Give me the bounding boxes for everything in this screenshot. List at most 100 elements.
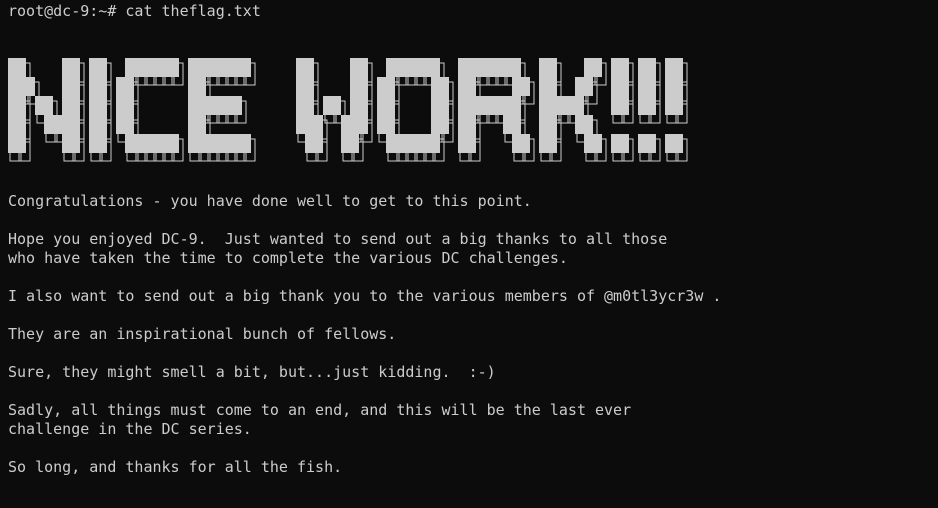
banner-block-cell <box>557 96 566 115</box>
banner-block-cell <box>206 96 215 115</box>
banner-block-cell <box>584 115 593 134</box>
banner-block-cell <box>431 77 440 96</box>
banner-block-cell <box>674 77 683 96</box>
banner-block-cell <box>431 58 440 77</box>
banner-block-cell <box>467 77 476 96</box>
banner-block-cell <box>440 115 449 134</box>
banner-block-cell <box>485 96 494 115</box>
banner-block-cell <box>98 96 107 115</box>
banner-block-cell <box>197 58 206 77</box>
banner-block-cell <box>539 96 548 115</box>
banner-block-cell <box>188 96 197 115</box>
banner-block-cell <box>620 58 629 77</box>
banner-block-cell <box>152 134 161 153</box>
banner-block-cell <box>539 58 548 77</box>
banner-block-cell <box>323 96 332 115</box>
banner-glyph <box>611 58 634 162</box>
terminal-window[interactable]: root@dc-9:~# cat theflag.txt Congratulat… <box>0 0 938 508</box>
banner-block-cell <box>665 77 674 96</box>
banner-block-cell <box>350 134 359 153</box>
flag-text-line: challenge in the DC series. <box>8 420 252 438</box>
banner-block-cell <box>71 134 80 153</box>
banner-block-cell <box>611 134 620 153</box>
banner-block-cell <box>431 96 440 115</box>
banner-block-cell <box>665 96 674 115</box>
banner-block-cell <box>386 134 395 153</box>
banner-block-cell <box>539 77 548 96</box>
banner-block-cell <box>467 58 476 77</box>
banner-block-cell <box>224 96 233 115</box>
banner-block-cell <box>62 134 71 153</box>
banner-block-cell <box>431 134 440 153</box>
banner-block-cell <box>188 134 197 153</box>
flag-text-line: Congratulations - you have done well to … <box>8 192 532 210</box>
banner-block-cell <box>539 134 548 153</box>
banner-block-cell <box>305 115 314 134</box>
nice-work-ascii-banner <box>8 58 688 162</box>
banner-block-cell <box>233 134 242 153</box>
banner-block-cell <box>62 77 71 96</box>
banner-block-cell <box>359 77 368 96</box>
banner-block-cell <box>395 58 404 77</box>
banner-block-cell <box>89 77 98 96</box>
banner-block-cell <box>548 134 557 153</box>
banner-block-cell <box>611 77 620 96</box>
banner-block-cell <box>638 96 647 115</box>
banner-block-cell <box>593 58 602 77</box>
banner-block-cell <box>296 115 305 134</box>
banner-block-cell <box>8 77 17 96</box>
banner-block-cell <box>17 115 26 134</box>
banner-block-cell <box>647 58 656 77</box>
banner-block-cell <box>152 58 161 77</box>
banner-block-cell <box>98 134 107 153</box>
banner-block-cell <box>89 58 98 77</box>
banner-block-cell <box>116 77 125 96</box>
banner-block-cell <box>305 134 314 153</box>
banner-block-cell <box>8 96 17 115</box>
banner-block-cell <box>638 134 647 153</box>
banner-block-cell <box>44 96 53 115</box>
banner-block-cell <box>8 58 17 77</box>
banner-block-cell <box>665 58 674 77</box>
banner-block-cell <box>575 115 584 134</box>
banner-block-cell <box>242 134 251 153</box>
banner-glyph <box>377 58 454 162</box>
banner-block-cell <box>377 96 386 115</box>
banner-block-cell <box>314 134 323 153</box>
banner-block-cell <box>305 58 314 77</box>
banner-block-cell <box>512 58 521 77</box>
banner-block-cell <box>296 96 305 115</box>
banner-block-cell <box>197 96 206 115</box>
banner-block-cell <box>467 96 476 115</box>
banner-glyph <box>539 58 607 162</box>
banner-block-cell <box>620 77 629 96</box>
banner-block-cell <box>584 77 593 96</box>
banner-glyph <box>188 58 256 162</box>
banner-block-cell <box>134 134 143 153</box>
banner-block-cell <box>512 134 521 153</box>
banner-block-cell <box>467 115 476 134</box>
banner-block-cell <box>170 58 179 77</box>
banner-block-cell <box>188 77 197 96</box>
flag-text-line: Sadly, all things must come to an end, a… <box>8 401 632 419</box>
banner-block-cell <box>350 96 359 115</box>
banner-block-cell <box>404 58 413 77</box>
banner-block-cell <box>485 58 494 77</box>
banner-block-cell <box>404 134 413 153</box>
banner-block-cell <box>116 115 125 134</box>
banner-block-cell <box>503 115 512 134</box>
banner-block-cell <box>620 96 629 115</box>
banner-block-cell <box>494 96 503 115</box>
banner-block-cell <box>512 115 521 134</box>
banner-block-cell <box>458 58 467 77</box>
banner-glyph <box>665 58 688 162</box>
banner-block-cell <box>143 134 152 153</box>
banner-block-cell <box>161 134 170 153</box>
banner-block-cell <box>386 77 395 96</box>
banner-glyph <box>638 58 661 162</box>
flag-text-line: who have taken the time to complete the … <box>8 249 568 267</box>
banner-block-cell <box>233 58 242 77</box>
banner-block-cell <box>341 115 350 134</box>
banner-block-cell <box>8 134 17 153</box>
banner-block-cell <box>548 58 557 77</box>
